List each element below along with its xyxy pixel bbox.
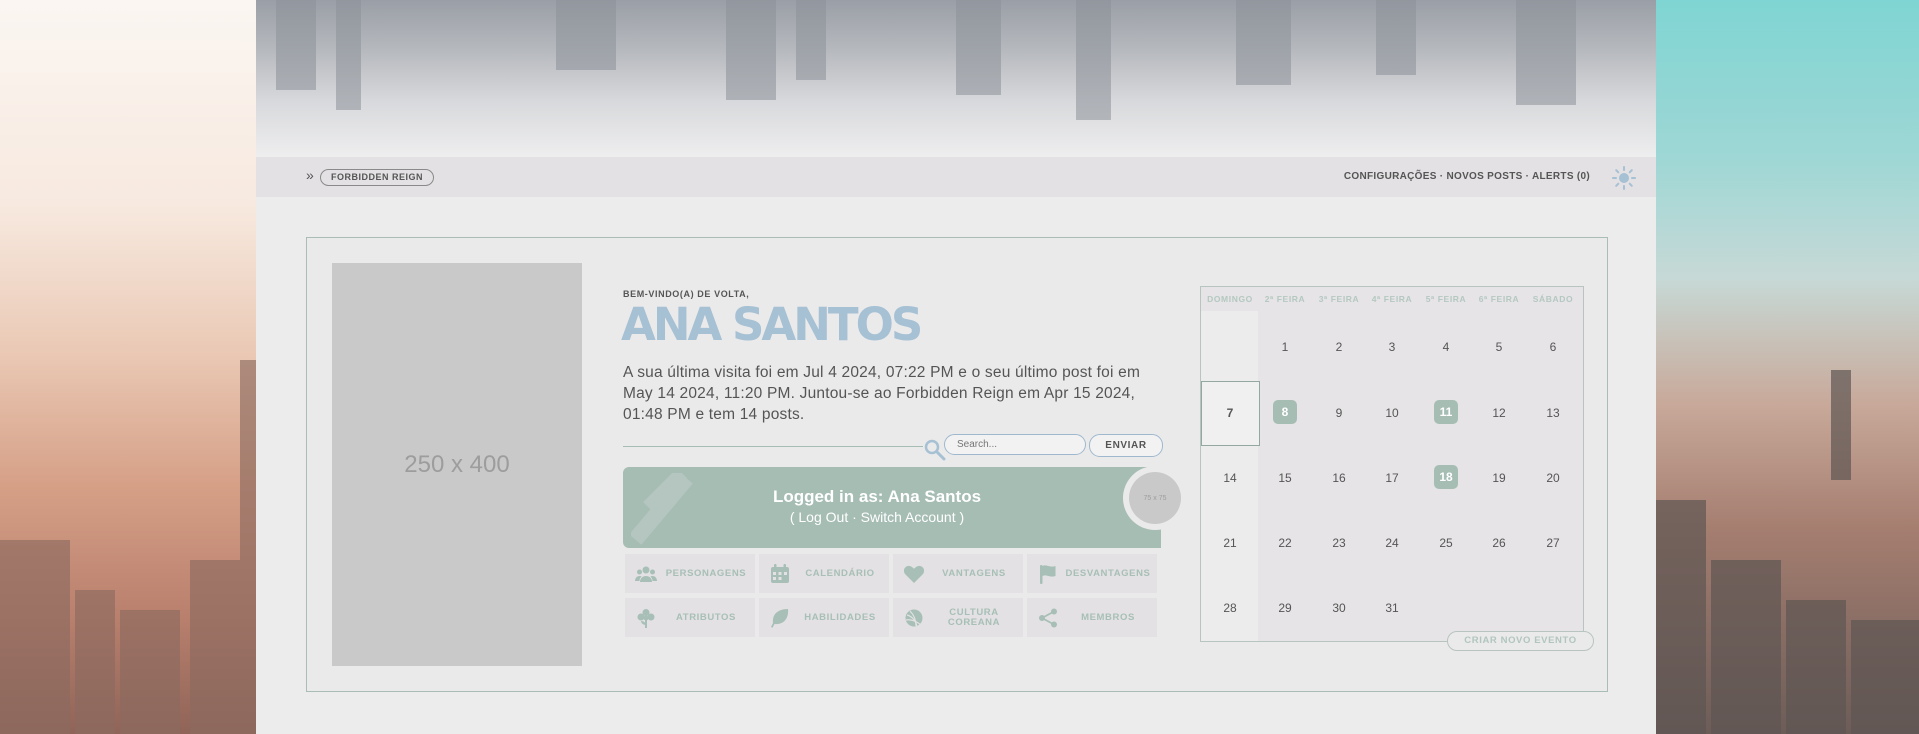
calendar-day-event[interactable]: 18 xyxy=(1434,465,1458,489)
background-left-cityscape xyxy=(0,0,256,734)
small-avatar: 75 x 75 xyxy=(1129,472,1181,524)
breadcrumb-forum-link[interactable]: FORBIDDEN REIGN xyxy=(320,169,435,186)
calendar-day[interactable]: 14 xyxy=(1203,471,1257,485)
quick-link-atributos[interactable]: ATRIBUTOS xyxy=(625,598,755,637)
quick-link-calendario[interactable]: CALENDÁRIO xyxy=(759,554,889,593)
logged-in-label: Logged in as: Ana Santos xyxy=(772,487,982,506)
calendar-day[interactable]: 12 xyxy=(1472,406,1526,420)
quick-link-label: DESVANTAGENS xyxy=(1065,567,1151,579)
calendar-day[interactable]: 28 xyxy=(1203,601,1257,615)
profile-panel: 250 x 400 BEM-VINDO(A) DE VOLTA, ANA SAN… xyxy=(306,237,1608,692)
calendar-day[interactable]: 15 xyxy=(1258,471,1312,485)
calendar-day[interactable]: 1 xyxy=(1258,340,1312,354)
user-name-heading: ANA SANTOS xyxy=(621,298,923,351)
quick-link-membros[interactable]: MEMBROS xyxy=(1027,598,1157,637)
share-icon xyxy=(1039,608,1057,627)
calendar-day[interactable]: 21 xyxy=(1203,536,1257,550)
calendar-day[interactable]: 26 xyxy=(1472,536,1526,550)
header-banner xyxy=(256,0,1656,157)
calendar-day[interactable]: 29 xyxy=(1258,601,1312,615)
quick-link-desvantagens[interactable]: DESVANTAGENS xyxy=(1027,554,1157,593)
calendar-header: 2ª FEIRA xyxy=(1264,294,1306,304)
calendar-header: 4ª FEIRA xyxy=(1371,294,1413,304)
calendar-day[interactable]: 13 xyxy=(1526,406,1580,420)
quick-link-label: CALENDÁRIO xyxy=(805,567,875,579)
calendar-day[interactable]: 25 xyxy=(1419,536,1473,550)
event-calendar: DOMINGO 2ª FEIRA 3ª FEIRA 4ª FEIRA 5ª FE… xyxy=(1200,286,1584,642)
sun-icon[interactable] xyxy=(1612,166,1636,190)
leaf-icon xyxy=(771,608,789,628)
background-right-cityscape xyxy=(1656,0,1919,734)
quick-link-label: VANTAGENS xyxy=(942,567,1006,579)
user-nav-links[interactable]: CONFIGURAÇÕES · NOVOS POSTS · ALERTS (0) xyxy=(1344,171,1590,182)
quick-link-label: HABILIDADES xyxy=(804,611,876,623)
create-event-button[interactable]: CRIAR NOVO EVENTO xyxy=(1447,631,1594,651)
user-stats-text: A sua última visita foi em Jul 4 2024, 0… xyxy=(623,364,1141,423)
quick-link-vantagens[interactable]: VANTAGENS xyxy=(893,554,1023,593)
calendar-day[interactable]: 2 xyxy=(1312,340,1366,354)
quick-link-label: ATRIBUTOS xyxy=(676,611,736,623)
calendar-day[interactable]: 19 xyxy=(1472,471,1526,485)
calendar-day[interactable]: 5 xyxy=(1472,340,1526,354)
calendar-day-event[interactable]: 8 xyxy=(1273,400,1297,424)
yarn-icon xyxy=(905,609,923,627)
quick-link-personagens[interactable]: PERSONAGENS xyxy=(625,554,755,593)
logout-switch-links[interactable]: ( Log Out · Switch Account ) xyxy=(623,509,1131,525)
calendar-day[interactable]: 23 xyxy=(1312,536,1366,550)
calendar-day[interactable]: 27 xyxy=(1526,536,1580,550)
search-divider xyxy=(623,446,923,447)
calendar-day[interactable]: 20 xyxy=(1526,471,1580,485)
account-banner: Logged in as: Ana Santos ( Log Out · Swi… xyxy=(623,467,1161,548)
calendar-day[interactable]: 16 xyxy=(1312,471,1366,485)
quick-link-label: PERSONAGENS xyxy=(665,567,747,579)
calendar-day[interactable]: 9 xyxy=(1312,406,1366,420)
flag-icon xyxy=(1040,564,1056,584)
top-navbar: » FORBIDDEN REIGN CONFIGURAÇÕES · NOVOS … xyxy=(256,157,1656,197)
calendar-header: 5ª FEIRA xyxy=(1425,294,1467,304)
calendar-day[interactable]: 4 xyxy=(1419,340,1473,354)
page-container: » FORBIDDEN REIGN CONFIGURAÇÕES · NOVOS … xyxy=(256,0,1656,734)
calendar-header: 6ª FEIRA xyxy=(1478,294,1520,304)
calendar-day[interactable]: 22 xyxy=(1258,536,1312,550)
breadcrumb-arrow: » xyxy=(306,167,314,183)
calendar-day[interactable]: 10 xyxy=(1365,406,1419,420)
avatar: 250 x 400 xyxy=(332,263,582,666)
heart-icon xyxy=(903,565,925,583)
calendar-day[interactable]: 31 xyxy=(1365,601,1419,615)
calendar-day[interactable]: 6 xyxy=(1526,340,1580,354)
calendar-day[interactable]: 24 xyxy=(1365,536,1419,550)
calendar-header: 3ª FEIRA xyxy=(1318,294,1360,304)
calendar-day[interactable]: 17 xyxy=(1365,471,1419,485)
calendar-day-event[interactable]: 11 xyxy=(1434,400,1458,424)
quick-link-cultura-coreana[interactable]: CULTURA COREANA xyxy=(893,598,1023,637)
users-icon xyxy=(635,566,657,582)
quick-link-habilidades[interactable]: HABILIDADES xyxy=(759,598,889,637)
search-submit-button[interactable]: ENVIAR xyxy=(1089,434,1163,457)
search-input[interactable] xyxy=(944,434,1086,455)
calendar-icon xyxy=(771,563,789,583)
calendar-day[interactable]: 30 xyxy=(1312,601,1366,615)
calendar-header: SÁBADO xyxy=(1532,294,1574,304)
calendar-day-today[interactable]: 7 xyxy=(1203,406,1257,420)
flower-icon xyxy=(637,608,655,628)
quick-link-label: MEMBROS xyxy=(1081,611,1135,623)
calendar-header: DOMINGO xyxy=(1207,294,1253,304)
calendar-day[interactable]: 3 xyxy=(1365,340,1419,354)
quick-link-label: CULTURA COREANA xyxy=(947,606,1001,628)
